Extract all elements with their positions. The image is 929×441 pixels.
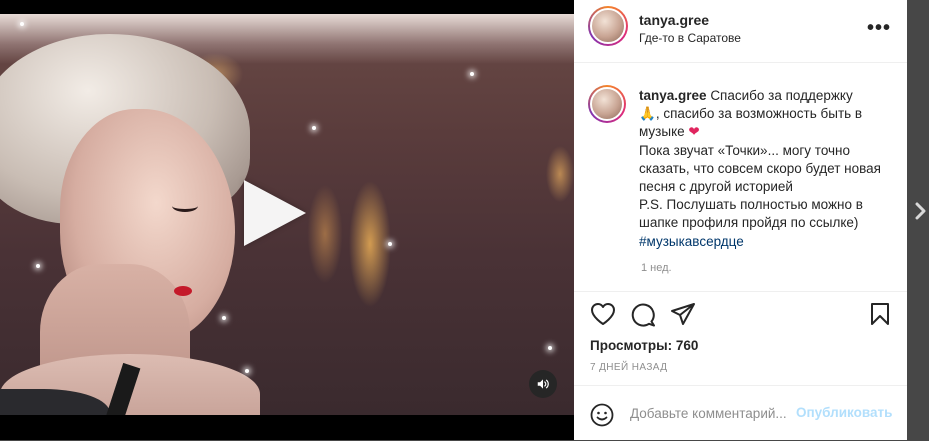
lips-shape <box>174 286 192 296</box>
sparkle <box>388 242 392 246</box>
bookmark-icon[interactable] <box>869 302 891 326</box>
caption-username[interactable]: tanya.gree <box>639 88 707 103</box>
comment-input[interactable] <box>630 402 816 424</box>
sparkle <box>222 316 226 320</box>
sparkle <box>548 346 552 350</box>
sparkle <box>36 264 40 268</box>
location-link[interactable]: Где-то в Саратове <box>639 31 741 45</box>
heart-icon[interactable] <box>590 302 616 326</box>
views-count[interactable]: Просмотры: 760 <box>590 338 698 353</box>
caption-line-1: Спасибо за поддержку <box>710 88 853 103</box>
chevron-right-icon[interactable] <box>915 202 927 220</box>
more-options-icon[interactable]: ••• <box>867 18 891 38</box>
pray-emoji: 🙏 <box>639 106 656 122</box>
speaker-icon <box>537 379 549 389</box>
caption-time[interactable]: 1 нед. <box>641 262 672 274</box>
post-date[interactable]: 7 ДНЕЙ НАЗАД <box>590 362 667 373</box>
caption-line-4: P.S. Послушать полностью можно в шапке п… <box>639 197 863 231</box>
eye-shape <box>172 200 198 212</box>
play-icon[interactable] <box>244 180 306 246</box>
heart-emoji: ❤ <box>688 124 700 140</box>
share-icon[interactable] <box>670 302 696 326</box>
emoji-icon[interactable] <box>590 403 614 427</box>
video-player[interactable] <box>0 0 574 440</box>
sparkle <box>20 22 24 26</box>
caption-line-3: Пока звучат «Точки»... могу точно сказат… <box>639 142 881 195</box>
post-header: tanya.gree Где-то в Саратове ••• <box>574 0 907 63</box>
caption-text: tanya.gree Спасибо за поддержку 🙏, спаси… <box>639 87 889 251</box>
sparkle <box>470 72 474 76</box>
comment-icon[interactable] <box>630 302 656 328</box>
sparkle <box>312 126 316 130</box>
action-bar <box>574 292 907 336</box>
avatar[interactable] <box>588 6 628 46</box>
comment-bar: Опубликовать <box>574 385 907 441</box>
caption-area: tanya.gree Спасибо за поддержку 🙏, спаси… <box>574 63 907 292</box>
publish-button[interactable]: Опубликовать <box>796 405 892 420</box>
caption-avatar[interactable] <box>588 85 626 123</box>
hashtag-link[interactable]: #музыкавсердце <box>639 234 744 249</box>
sparkle <box>245 369 249 373</box>
caption-line-2: , спасибо за возможность быть в музыке <box>639 106 863 140</box>
post-modal: tanya.gree Где-то в Саратове ••• tanya.g… <box>0 0 907 440</box>
post-sidebar: tanya.gree Где-то в Саратове ••• tanya.g… <box>574 0 907 440</box>
header-username[interactable]: tanya.gree <box>639 12 709 28</box>
sound-toggle-button[interactable] <box>529 370 557 398</box>
